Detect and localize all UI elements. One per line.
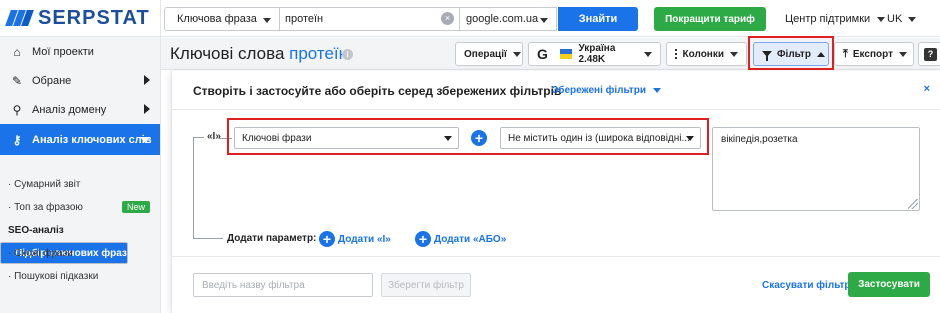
add-parameter-label: Додати параметр: [227, 233, 317, 244]
logo[interactable]: SERPSTAT [0, 0, 160, 37]
sidebar-item-label: Аналіз ключових слів [32, 133, 152, 146]
search-input[interactable] [279, 7, 460, 31]
save-filter-button[interactable]: Зберегти фільтр [381, 273, 471, 297]
filter-panel: Створіть і застосуйте або оберіть серед … [171, 71, 940, 313]
top-bar: Ключова фраза × google.com.ua Знайти Пок… [161, 0, 940, 37]
filter-panel-footer: Зберегти фільтр Скасувати фільтр Застосу… [172, 256, 940, 313]
sidebar-subitem-summary[interactable]: · Сумарний звіт [0, 173, 160, 196]
upgrade-plan-button[interactable]: Покращити тариф [654, 7, 766, 31]
sidebar: SERPSTAT ⌂ Мої проекти ✎ Обране ⚲ Аналіз… [0, 0, 161, 313]
chevron-down-icon [877, 16, 886, 22]
export-button[interactable]: ⤒ Експорт [834, 42, 914, 66]
chevron-down-icon [652, 87, 661, 93]
content-header: Ключові слова протеїн i Операції G Украї… [161, 36, 940, 70]
apply-button[interactable]: Застосувати [848, 272, 930, 297]
add-and-link[interactable]: + Додати «І» [319, 231, 391, 247]
filter-panel-title: Створіть і застосуйте або оберіть серед … [193, 84, 562, 98]
filter-group-bracket [193, 137, 204, 239]
domain-analysis-icon: ⚲ [12, 102, 22, 117]
find-button[interactable]: Знайти [558, 7, 638, 31]
help-icon: ? [924, 48, 937, 61]
country-database-button[interactable]: G Україна 2.48K [528, 42, 661, 66]
page-title-keyword: протеїн [289, 44, 349, 63]
connector-line [203, 238, 223, 239]
filter-value-textarea[interactable]: вікіпедія,розетка [712, 127, 920, 211]
ukraine-flag-icon [559, 49, 573, 59]
chevron-right-icon [144, 104, 150, 114]
plus-icon: + [319, 231, 335, 247]
support-center-menu[interactable]: Центр підтримки [785, 13, 886, 25]
sidebar-subitem-top-by-phrase[interactable]: · Топ за фразою New [0, 196, 160, 219]
chevron-down-icon [263, 18, 271, 23]
highlight-box-filter-button [748, 36, 834, 70]
saved-filters-dropdown[interactable]: Збережені фільтри [552, 85, 661, 96]
key-icon: ⚷ [12, 132, 22, 147]
clear-icon[interactable]: × [441, 12, 454, 25]
operations-label: Операції [464, 48, 507, 60]
logo-text: SERPSTAT [38, 6, 150, 29]
add-or-label: Додати «АБО» [434, 233, 507, 245]
pin-icon: ✎ [11, 73, 23, 88]
filter-panel-header: Створіть і застосуйте або оберіть серед … [172, 71, 940, 110]
operations-button[interactable]: Операції [455, 42, 523, 66]
sidebar-subitem-similar-phrases[interactable]: · Схожі фрази [0, 242, 160, 265]
plus-icon: + [415, 231, 431, 247]
language-select[interactable]: UK [887, 13, 917, 25]
search-type-select[interactable]: Ключова фраза [164, 7, 280, 31]
add-and-label: Додати «І» [338, 233, 391, 245]
sidebar-item-my-projects[interactable]: ⌂ Мої проекти [0, 37, 160, 66]
chevron-down-icon [644, 51, 652, 57]
home-icon: ⌂ [13, 44, 21, 59]
country-label: Україна 2.48K [578, 43, 616, 65]
language-label: UK [887, 13, 903, 25]
group-operator-label: «І» [207, 131, 221, 142]
resize-handle-icon[interactable] [908, 199, 918, 209]
database-label: google.com.ua [466, 13, 539, 25]
saved-filters-label: Збережені фільтри [552, 85, 646, 96]
chevron-down-icon [908, 16, 917, 22]
page-title: Ключові слова протеїн [170, 44, 348, 64]
sidebar-item-label: Аналіз домену [32, 103, 107, 116]
chevron-down-icon [540, 18, 548, 23]
add-or-link[interactable]: + Додати «АБО» [415, 231, 506, 247]
chevron-right-icon [144, 75, 150, 85]
chevron-down-icon [140, 137, 150, 143]
sidebar-item-label: Мої проекти [32, 45, 94, 58]
cancel-filter-link[interactable]: Скасувати фільтр [762, 280, 850, 291]
highlight-box-filter-condition [227, 118, 709, 155]
sidebar-subitem-search-suggestions[interactable]: · Пошукові підказки [0, 265, 160, 288]
help-button[interactable]: ? [918, 42, 940, 66]
export-icon: ⤒ [843, 47, 848, 60]
google-icon: G [537, 46, 548, 62]
columns-button[interactable]: Колонки [666, 42, 747, 66]
new-badge: New [121, 201, 150, 213]
page-title-text: Ключові слова [170, 44, 285, 63]
close-icon[interactable]: × [924, 83, 930, 95]
info-icon[interactable]: i [342, 49, 353, 60]
search-type-label: Ключова фраза [177, 13, 257, 25]
sidebar-section-seo-analysis: SEO-аналіз [8, 225, 64, 236]
sidebar-item-label: Обране [32, 74, 72, 87]
columns-icon [675, 49, 677, 59]
columns-label: Колонки [682, 48, 724, 60]
sidebar-subitem-label: · Топ за фразою [8, 202, 83, 213]
chevron-down-icon [512, 51, 521, 57]
export-label: Експорт [852, 48, 894, 60]
support-center-label: Центр підтримки [785, 13, 871, 25]
logo-icon [5, 8, 34, 28]
chevron-down-icon [899, 51, 908, 57]
filter-name-input[interactable] [193, 273, 373, 297]
sidebar-item-favorites[interactable]: ✎ Обране [0, 66, 160, 95]
chevron-down-icon [730, 51, 738, 57]
sidebar-item-keyword-analysis[interactable]: ⚷ Аналіз ключових слів [0, 124, 160, 155]
database-select[interactable]: google.com.ua [459, 7, 557, 31]
sidebar-item-domain-analysis[interactable]: ⚲ Аналіз домену [0, 95, 160, 124]
